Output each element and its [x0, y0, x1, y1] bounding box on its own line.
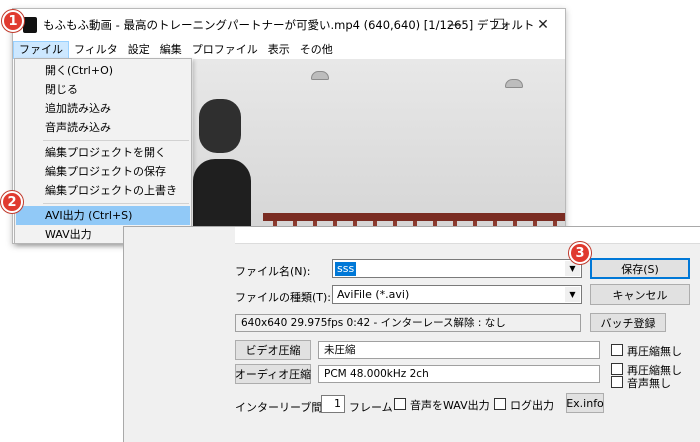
avi-save-dialog: ファイル名(N): sss ▼ 保存(S) ファイルの種類(T): AviFil… — [123, 226, 700, 442]
video-codec-display: 未圧縮 — [318, 341, 600, 359]
app-icon — [23, 17, 37, 33]
menu-view[interactable]: 表示 — [263, 41, 295, 59]
log-output-checkbox[interactable] — [494, 398, 506, 410]
menu-profile[interactable]: プロファイル — [187, 41, 263, 59]
recompress-none-video-label: 再圧縮無し — [627, 345, 682, 358]
menu-other[interactable]: その他 — [295, 41, 338, 59]
filename-label: ファイル名(N): — [235, 265, 311, 278]
video-info-bar: 640x640 29.975fps 0:42 - インターレース解除 : なし — [235, 314, 581, 332]
menu-separator — [43, 203, 189, 204]
maximize-button[interactable]: ☐ — [477, 9, 521, 41]
audio-codec-display: PCM 48.000kHz 2ch — [318, 365, 600, 383]
step-one-badge: 1 — [2, 10, 24, 32]
frame-unit-label: フレーム — [349, 401, 393, 414]
log-output-label: ログ出力 — [510, 399, 554, 412]
window-controls: — ☐ ✕ — [433, 9, 565, 41]
interleave-input[interactable]: 1 — [321, 395, 345, 413]
video-preview — [193, 59, 565, 243]
menu-item-avi-output[interactable]: AVI出力 (Ctrl+S) — [16, 206, 190, 225]
step-three-badge: 3 — [569, 242, 591, 264]
title-bar: もふもふ動画 - 最高のトレーニングパートナーが可愛い.mp4 (640,640… — [13, 9, 565, 41]
no-audio-label: 音声無し — [627, 377, 671, 390]
filename-value: sss — [335, 262, 357, 276]
menu-separator — [43, 140, 189, 141]
recompress-none-video-checkbox[interactable] — [611, 344, 623, 356]
menu-settings[interactable]: 設定 — [123, 41, 155, 59]
menu-item-load-audio[interactable]: 音声読み込み — [16, 118, 190, 137]
no-audio-checkbox[interactable] — [611, 376, 623, 388]
cancel-button[interactable]: キャンセル — [590, 284, 690, 305]
filetype-value: AviFile (*.avi) — [337, 288, 410, 301]
ceiling-light-image — [505, 79, 523, 88]
menu-file[interactable]: ファイル — [13, 41, 69, 59]
minimize-button[interactable]: — — [433, 9, 477, 41]
recompress-none-audio-checkbox[interactable] — [611, 363, 623, 375]
audio-compress-button[interactable]: オーディオ圧縮 — [235, 364, 311, 384]
ceiling-light-image — [311, 71, 329, 80]
step-two-badge: 2 — [1, 191, 23, 213]
menu-item-open[interactable]: 開く(Ctrl+O) — [16, 61, 190, 80]
chevron-down-icon[interactable]: ▼ — [565, 287, 580, 302]
menu-item-overwrite-project[interactable]: 編集プロジェクトの上書き — [16, 181, 190, 200]
exinfo-button[interactable]: Ex.info — [566, 393, 604, 413]
camera-object-image — [193, 99, 251, 229]
menu-bar: ファイル フィルタ 設定 編集 プロファイル 表示 その他 — [13, 41, 565, 59]
menu-item-close[interactable]: 閉じる — [16, 80, 190, 99]
menu-item-append[interactable]: 追加読み込み — [16, 99, 190, 118]
close-button[interactable]: ✕ — [521, 9, 565, 41]
filetype-select[interactable]: AviFile (*.avi) ▼ — [332, 285, 582, 304]
video-compress-button[interactable]: ビデオ圧縮 — [235, 340, 311, 360]
filename-input[interactable]: sss ▼ — [332, 259, 582, 278]
batch-register-button[interactable]: バッチ登録 — [590, 313, 666, 332]
filetype-label: ファイルの種類(T): — [235, 291, 332, 304]
save-button[interactable]: 保存(S) — [590, 258, 690, 279]
file-menu-dropdown: 開く(Ctrl+O) 閉じる 追加読み込み 音声読み込み 編集プロジェクトを開く… — [14, 58, 192, 244]
file-list-area — [235, 227, 700, 244]
menu-edit[interactable]: 編集 — [155, 41, 187, 59]
wav-output-label: 音声をWAV出力 — [410, 399, 490, 412]
wav-output-checkbox[interactable] — [394, 398, 406, 410]
menu-item-open-project[interactable]: 編集プロジェクトを開く — [16, 143, 190, 162]
menu-filter[interactable]: フィルタ — [69, 41, 123, 59]
menu-item-save-project[interactable]: 編集プロジェクトの保存 — [16, 162, 190, 181]
